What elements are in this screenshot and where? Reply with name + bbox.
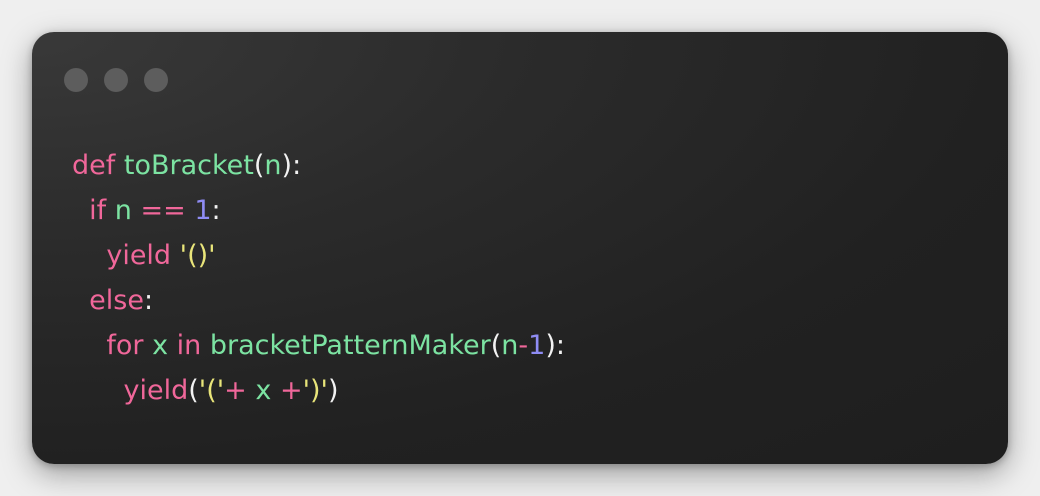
code-token: '()' — [179, 240, 216, 271]
window-dot[interactable] — [104, 68, 128, 92]
code-token: else — [89, 285, 144, 316]
code-token: ( — [188, 375, 199, 406]
code-token: 1 — [528, 330, 546, 361]
code-line: else: — [72, 278, 565, 323]
code-token: 1 — [194, 195, 212, 226]
code-token: ( — [253, 150, 265, 181]
code-line: for x in bracketPatternMaker(n-1): — [72, 323, 565, 368]
code-token: - — [518, 330, 529, 361]
code-token: ) — [327, 375, 339, 406]
code-token: + — [279, 375, 303, 406]
code-token: n — [501, 330, 519, 361]
code-window: def toBracket(n): if n == 1: yield '()' … — [32, 32, 1008, 464]
code-token: == — [140, 195, 186, 226]
code-token: ')' — [302, 375, 328, 406]
code-token: toBracket — [123, 150, 254, 181]
code-token: : — [211, 195, 221, 226]
code-token: n — [264, 150, 282, 181]
code-token: def — [72, 150, 116, 181]
code-token: x — [255, 375, 272, 406]
code-line: yield '()' — [72, 233, 565, 278]
code-token: ): — [281, 150, 302, 181]
code-line: def toBracket(n): — [72, 143, 565, 188]
code-token: n — [114, 195, 132, 226]
code-token: + — [224, 375, 247, 406]
code-token: yield — [123, 375, 189, 406]
code-token: if — [89, 195, 107, 226]
code-token: for — [106, 330, 144, 361]
code-line: if n == 1: — [72, 188, 565, 233]
code-token: yield — [106, 240, 172, 271]
code-line: yield('('+ x +')') — [72, 368, 565, 413]
code-token: : — [143, 285, 154, 316]
code-token: x — [152, 330, 169, 361]
code-token: bracketPatternMaker — [209, 330, 491, 361]
code-token: ): — [545, 330, 565, 361]
window-dot[interactable] — [64, 68, 88, 92]
code-token: '(' — [198, 375, 225, 406]
window-controls — [64, 68, 168, 92]
code-block: def toBracket(n): if n == 1: yield '()' … — [72, 143, 565, 413]
window-dot[interactable] — [144, 68, 168, 92]
code-token: in — [176, 330, 202, 361]
code-token: ( — [490, 330, 502, 361]
